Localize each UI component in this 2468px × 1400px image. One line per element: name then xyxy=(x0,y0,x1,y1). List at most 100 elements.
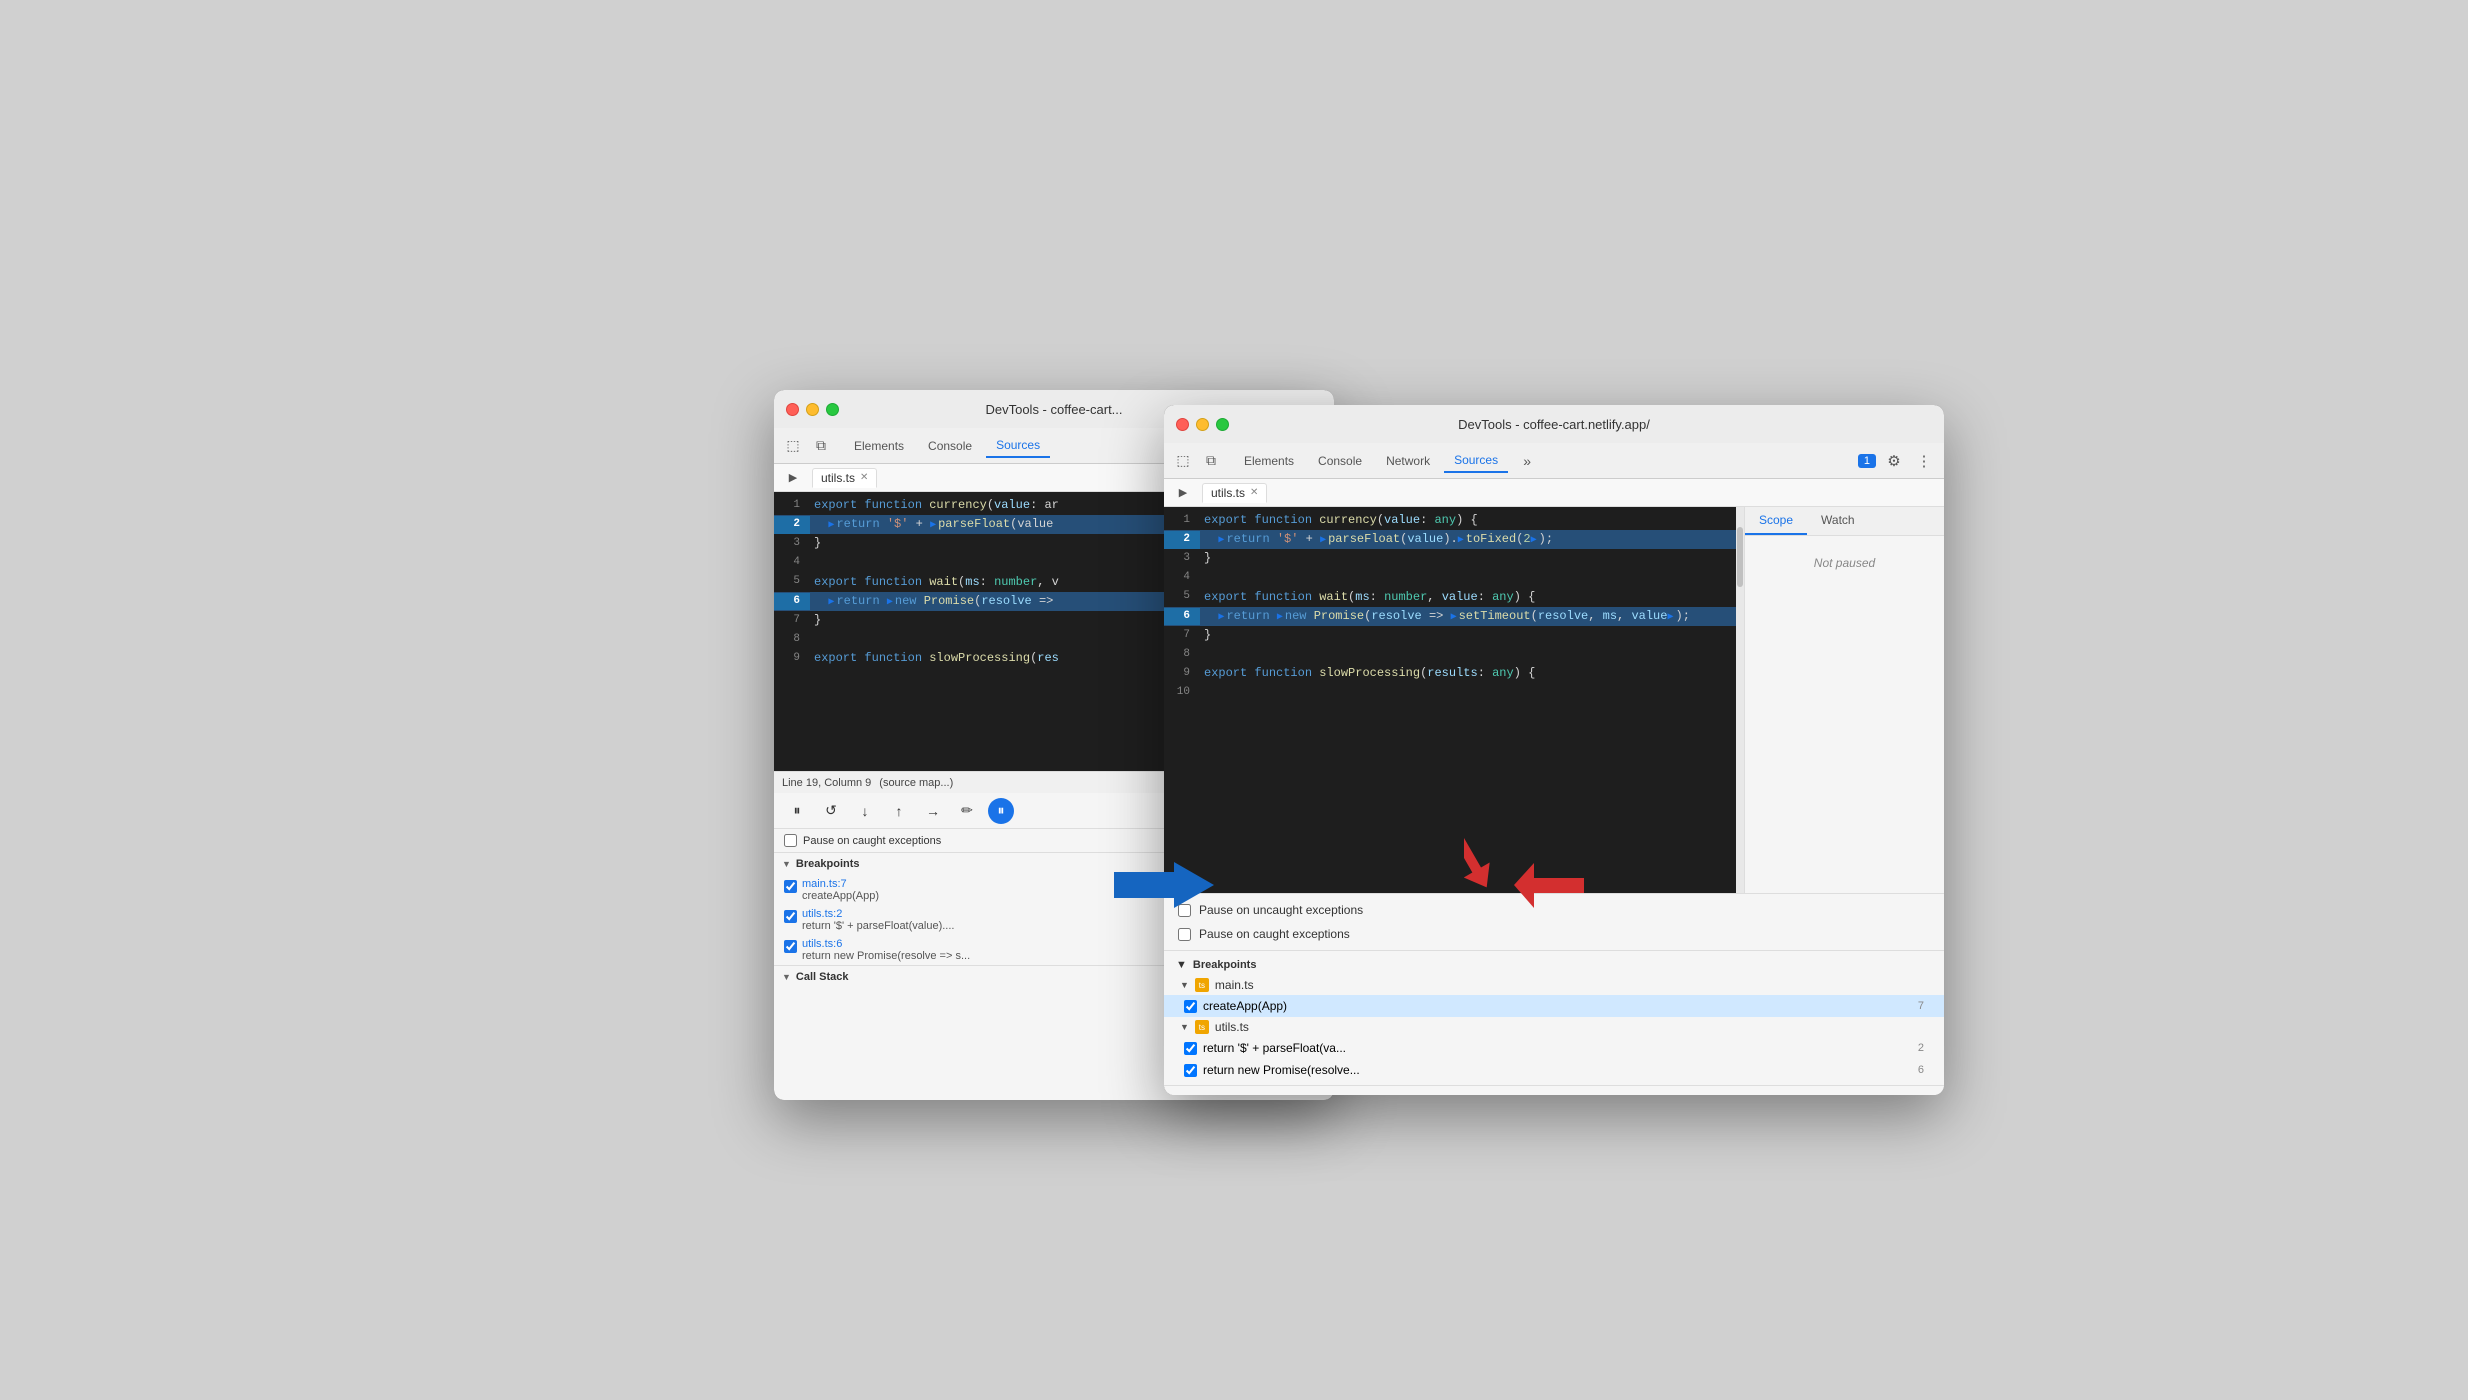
pause-uncaught-label: Pause on uncaught exceptions xyxy=(1199,903,1363,917)
code-editor-front: 1 export function currency(value: any) {… xyxy=(1164,507,1744,1095)
bp-location-utils6-back: utils.ts:6 xyxy=(802,938,970,950)
drop-bp1-check[interactable] xyxy=(1184,1042,1197,1055)
notification-badge: 1 xyxy=(1858,454,1876,468)
drop-bp-label: Breakpoints xyxy=(1193,959,1257,971)
more-tabs-icon[interactable]: » xyxy=(1516,450,1538,472)
code-line-6-front: 6 ▶return ▶new Promise(resolve => ▶setTi… xyxy=(1164,607,1744,626)
code-line-3-front: 3 } xyxy=(1164,549,1744,568)
device-icon-back[interactable]: ⧉ xyxy=(810,435,832,457)
debug-step-over-back[interactable]: ↺ xyxy=(818,798,844,824)
titlebar-front: DevTools - coffee-cart.netlify.app/ xyxy=(1164,405,1944,443)
content-row-front: 1 export function currency(value: any) {… xyxy=(1164,507,1944,1095)
breakpoints-arrow-back: ▼ xyxy=(782,859,791,869)
file-tab-label-back: utils.ts xyxy=(821,471,855,485)
bp-location-main-back: main.ts:7 xyxy=(802,878,879,890)
drop-utils-ts-expand: ▼ xyxy=(1180,1022,1189,1032)
maximize-button-front[interactable] xyxy=(1216,418,1229,431)
traffic-lights-back xyxy=(786,403,839,416)
tab-elements-back[interactable]: Elements xyxy=(844,435,914,457)
drop-createapp-label: createApp(App) xyxy=(1203,999,1287,1013)
file-tab-utils-back[interactable]: utils.ts ✕ xyxy=(812,468,877,488)
pause-caught-label: Pause on caught exceptions xyxy=(1199,927,1350,941)
pause-checkbox-back[interactable] xyxy=(784,834,797,847)
bp-check-utils2-back[interactable] xyxy=(784,910,797,923)
close-button-back[interactable] xyxy=(786,403,799,416)
play-icon-back[interactable]: ▶ xyxy=(782,467,804,489)
source-header-front: ▶ utils.ts ✕ xyxy=(1164,479,1944,507)
pause-caught-opt: Pause on caught exceptions xyxy=(1164,922,1744,946)
tab-network-front[interactable]: Network xyxy=(1376,450,1440,472)
pause-label-back: Pause on caught exceptions xyxy=(803,835,941,847)
bp-location-utils2-back: utils.ts:2 xyxy=(802,908,954,920)
status-source-map-back: (source map...) xyxy=(879,777,953,789)
drop-main-ts-label: main.ts xyxy=(1215,978,1254,992)
tab-scope[interactable]: Scope xyxy=(1745,507,1807,535)
status-line-col-back: Line 19, Column 9 xyxy=(782,777,871,789)
drop-createapp-bp[interactable]: createApp(App) 7 xyxy=(1164,995,1744,1017)
scrollbar-thumb[interactable] xyxy=(1737,527,1743,587)
tab-console-back[interactable]: Console xyxy=(918,435,982,457)
more-options-icon[interactable]: ⋮ xyxy=(1912,449,1936,473)
play-icon-front[interactable]: ▶ xyxy=(1172,482,1194,504)
callstack-arrow-back: ▼ xyxy=(782,972,791,982)
drop-call-stack-header[interactable]: ▼ Call Stack xyxy=(1164,1090,1744,1095)
drop-cs-arrow: ▼ xyxy=(1176,1094,1187,1095)
bp-check-main-back[interactable] xyxy=(784,880,797,893)
debug-active-back[interactable]: ⏸ xyxy=(988,798,1014,824)
drop-main-ts-header: ▼ ts main.ts xyxy=(1164,975,1744,995)
bp-code-utils2-back: return '$' + parseFloat(value).... xyxy=(802,920,954,932)
drop-bp2-label: return new Promise(resolve... xyxy=(1203,1063,1360,1077)
debug-step-out-back[interactable]: ↑ xyxy=(886,798,912,824)
code-line-1-front: 1 export function currency(value: any) { xyxy=(1164,511,1744,530)
pause-uncaught-opt: Pause on uncaught exceptions xyxy=(1164,898,1744,922)
tab-sources-back[interactable]: Sources xyxy=(986,434,1050,458)
code-line-5-front: 5 export function wait(ms: number, value… xyxy=(1164,588,1744,607)
code-line-4-front: 4 xyxy=(1164,569,1744,588)
drop-bp2-check[interactable] xyxy=(1184,1064,1197,1077)
minimize-button-back[interactable] xyxy=(806,403,819,416)
minimize-button-front[interactable] xyxy=(1196,418,1209,431)
device-icon-front[interactable]: ⧉ xyxy=(1200,450,1222,472)
bp-code-utils6-back: return new Promise(resolve => s... xyxy=(802,950,970,962)
not-paused-label: Not paused xyxy=(1745,536,1944,590)
window-title-front: DevTools - coffee-cart.netlify.app/ xyxy=(1458,417,1650,432)
code-line-8-front: 8 xyxy=(1164,645,1744,664)
drop-bp2[interactable]: return new Promise(resolve... 6 xyxy=(1164,1059,1744,1081)
tab-watch[interactable]: Watch xyxy=(1807,507,1869,535)
code-line-2-front: 2 ▶return '$' + ▶parseFloat(value).▶toFi… xyxy=(1164,530,1744,549)
close-button-front[interactable] xyxy=(1176,418,1189,431)
file-tab-close-back[interactable]: ✕ xyxy=(860,472,868,483)
drop-utils-ts-label: utils.ts xyxy=(1215,1020,1249,1034)
drop-bp-arrow: ▼ xyxy=(1176,959,1187,971)
code-line-7-front: 7 } xyxy=(1164,626,1744,645)
inspect-icon-back[interactable]: ⬚ xyxy=(782,435,804,457)
file-tab-close-front[interactable]: ✕ xyxy=(1250,487,1258,498)
debug-pause-back[interactable]: ⏸ xyxy=(784,798,810,824)
arrow-blue xyxy=(1114,860,1214,915)
bp-check-utils6-back[interactable] xyxy=(784,940,797,953)
window-title-back: DevTools - coffee-cart... xyxy=(985,402,1122,417)
code-line-9-front: 9 export function slowProcessing(results… xyxy=(1164,664,1744,683)
drop-bp1-label: return '$' + parseFloat(va... xyxy=(1203,1041,1346,1055)
arrow-red-2 xyxy=(1514,858,1584,918)
inspect-icon-front[interactable]: ⬚ xyxy=(1172,450,1194,472)
drop-breakpoints-header[interactable]: ▼ Breakpoints xyxy=(1164,955,1744,975)
code-line-10-front: 10 xyxy=(1164,683,1744,702)
file-tab-utils-front[interactable]: utils.ts ✕ xyxy=(1202,483,1267,503)
pause-caught-check[interactable] xyxy=(1178,928,1191,941)
tab-elements-front[interactable]: Elements xyxy=(1234,450,1304,472)
drop-bp1[interactable]: return '$' + parseFloat(va... 2 xyxy=(1164,1037,1744,1059)
debug-continue-back[interactable]: → xyxy=(920,798,946,824)
breakpoints-label-back: Breakpoints xyxy=(796,858,860,870)
tab-console-front[interactable]: Console xyxy=(1308,450,1372,472)
settings-icon[interactable]: ⚙ xyxy=(1882,449,1906,473)
tab-sources-front[interactable]: Sources xyxy=(1444,449,1508,473)
maximize-button-back[interactable] xyxy=(826,403,839,416)
devtools-tabs-front: ⬚ ⧉ Elements Console Network Sources » 1… xyxy=(1164,443,1944,479)
dropdown-panel: Pause on uncaught exceptions Pause on ca… xyxy=(1164,893,1744,1095)
drop-createapp-check[interactable] xyxy=(1184,1000,1197,1013)
drop-utils-ts-header: ▼ ts utils.ts xyxy=(1164,1017,1744,1037)
scope-watch-tabs: Scope Watch xyxy=(1745,507,1944,536)
debug-step-into-back[interactable]: ↓ xyxy=(852,798,878,824)
debug-deactivate-back[interactable]: ✏ xyxy=(954,798,980,824)
